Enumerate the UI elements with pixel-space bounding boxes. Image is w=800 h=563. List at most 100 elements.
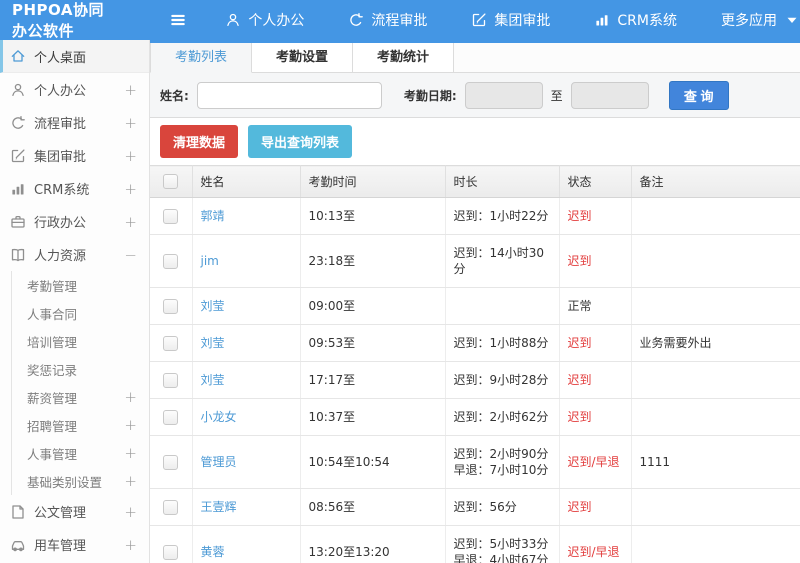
tab-attendance-settings[interactable]: 考勤设置 bbox=[252, 43, 354, 72]
row-checkbox[interactable] bbox=[163, 545, 179, 560]
sidebar-item-label: 人力资源 bbox=[34, 249, 87, 264]
main-content: 考勤列表 考勤设置 考勤统计 姓名: 考勤日期: 至 查 询 清理数据 导出查询列表… bbox=[150, 40, 800, 563]
note-cell bbox=[631, 398, 800, 436]
edit-icon bbox=[10, 148, 26, 164]
column-header: 状态 bbox=[559, 165, 632, 198]
row-checkbox[interactable] bbox=[163, 299, 179, 314]
status-cell: 迟到 bbox=[559, 197, 632, 235]
topnav-item-workflow-approval[interactable]: 流程审批 bbox=[348, 10, 427, 30]
sidebar-item-attendance-management[interactable]: 考勤管理 bbox=[0, 271, 149, 299]
topnav-item-label: CRM系统 bbox=[617, 13, 677, 29]
sidebar-item-human-resources[interactable]: 人力资源 − bbox=[0, 238, 149, 271]
sidebar-item-admin-office[interactable]: 行政办公 + bbox=[0, 205, 149, 238]
row-checkbox[interactable] bbox=[163, 373, 179, 388]
row-checkbox[interactable] bbox=[163, 410, 179, 425]
briefcase-icon bbox=[10, 214, 26, 230]
sidebar-item-basic-category-settings[interactable]: 基础类别设置 + bbox=[0, 467, 149, 495]
sidebar-item-crm-system[interactable]: CRM系统 + bbox=[0, 172, 149, 205]
note-cell bbox=[631, 287, 800, 325]
topnav-item-more-apps[interactable]: 更多应用 bbox=[721, 10, 800, 30]
query-button[interactable]: 查 询 bbox=[668, 80, 729, 110]
sidebar-item-label: 用车管理 bbox=[34, 539, 87, 554]
employee-name-link[interactable]: 郭靖 bbox=[201, 209, 225, 223]
row-checkbox[interactable] bbox=[163, 209, 179, 224]
app-title: PHPOA协同办公软件 bbox=[12, 1, 104, 40]
employee-name-link[interactable]: 黄蓉 bbox=[201, 545, 225, 559]
date-to-input[interactable] bbox=[570, 81, 649, 109]
table-row: 管理员 10:54至10:54 迟到：2小时90分 早退：7小时10分 迟到/早退 11… bbox=[150, 435, 800, 489]
sidebar-item-personnel-management[interactable]: 人事管理 + bbox=[0, 439, 149, 467]
sidebar-item-group-approval[interactable]: 集团审批 + bbox=[0, 139, 149, 172]
sidebar-item-label: 个人办公 bbox=[34, 84, 87, 99]
topnav-item-group-approval[interactable]: 集团审批 bbox=[471, 10, 550, 30]
status-cell: 迟到 bbox=[559, 398, 632, 436]
expand-plus-icon[interactable]: + bbox=[124, 444, 137, 462]
employee-name-link[interactable]: 小龙女 bbox=[201, 410, 237, 424]
date-from-input[interactable] bbox=[464, 81, 543, 109]
expand-plus-icon[interactable]: + bbox=[124, 81, 137, 99]
sidebar-item-label: 行政办公 bbox=[34, 216, 87, 231]
duration-cell: 迟到：1小时22分 bbox=[445, 197, 560, 235]
employee-name-link[interactable]: 刘莹 bbox=[201, 336, 225, 350]
expand-plus-icon[interactable]: + bbox=[124, 147, 137, 165]
sidebar-item-label: 人事管理 bbox=[27, 446, 78, 462]
time-cell: 13:20至13:20 bbox=[300, 525, 446, 563]
row-checkbox[interactable] bbox=[163, 336, 179, 351]
clean-data-button[interactable]: 清理数据 bbox=[160, 125, 239, 158]
row-checkbox[interactable] bbox=[163, 500, 179, 515]
user-icon bbox=[225, 12, 241, 28]
note-cell bbox=[631, 234, 800, 288]
time-cell: 10:37至 bbox=[300, 398, 446, 436]
sidebar-item-workflow-approval[interactable]: 流程审批 + bbox=[0, 106, 149, 139]
tab-attendance-list[interactable]: 考勤列表 bbox=[150, 43, 253, 73]
expand-plus-icon[interactable]: + bbox=[124, 503, 137, 521]
expand-plus-icon[interactable]: + bbox=[124, 388, 137, 406]
topnav-item-personal-office[interactable]: 个人办公 bbox=[225, 10, 304, 30]
bar-chart-icon bbox=[594, 12, 610, 28]
sidebar-item-personal-desktop[interactable]: 个人桌面 bbox=[0, 40, 149, 73]
employee-name-link[interactable]: jim bbox=[201, 254, 219, 268]
employee-name-link[interactable]: 王壹辉 bbox=[201, 500, 237, 514]
employee-name-link[interactable]: 刘莹 bbox=[201, 373, 225, 387]
status-cell: 迟到 bbox=[559, 488, 632, 526]
expand-plus-icon[interactable]: + bbox=[124, 472, 137, 490]
name-input[interactable] bbox=[196, 81, 382, 109]
topnav-item-label: 流程审批 bbox=[371, 13, 428, 29]
row-select-cell bbox=[150, 398, 193, 436]
collapse-minus-icon[interactable]: − bbox=[124, 246, 137, 264]
select-all-checkbox[interactable] bbox=[163, 174, 179, 189]
name-cell: jim bbox=[192, 234, 301, 288]
sidebar-item-recruitment-management[interactable]: 招聘管理 + bbox=[0, 411, 149, 439]
sidebar-item-label: 集团审批 bbox=[34, 150, 87, 165]
row-checkbox[interactable] bbox=[163, 455, 179, 470]
employee-name-link[interactable]: 管理员 bbox=[201, 455, 237, 469]
sidebar-item-vehicle-management[interactable]: 用车管理 + bbox=[0, 528, 149, 561]
duration-cell: 迟到：5小时33分 早退：4小时67分 bbox=[445, 525, 560, 563]
row-select-cell bbox=[150, 525, 193, 563]
expand-plus-icon[interactable]: + bbox=[124, 536, 137, 554]
topnav-item-crm-system[interactable]: CRM系统 bbox=[594, 10, 677, 30]
row-checkbox[interactable] bbox=[163, 254, 179, 269]
sidebar-item-document-management[interactable]: 公文管理 + bbox=[0, 495, 149, 528]
home-icon bbox=[10, 48, 26, 64]
export-list-button[interactable]: 导出查询列表 bbox=[248, 125, 353, 158]
menu-toggle-icon[interactable] bbox=[169, 11, 187, 29]
employee-name-link[interactable]: 刘莹 bbox=[201, 299, 225, 313]
status-cell: 迟到 bbox=[559, 324, 632, 362]
sidebar-item-reward-punishment-records[interactable]: 奖惩记录 bbox=[0, 355, 149, 383]
expand-plus-icon[interactable]: + bbox=[124, 213, 137, 231]
sidebar-item-salary-management[interactable]: 薪资管理 + bbox=[0, 383, 149, 411]
expand-plus-icon[interactable]: + bbox=[124, 416, 137, 434]
expand-plus-icon[interactable]: + bbox=[124, 114, 137, 132]
sidebar-item-personal-office[interactable]: 个人办公 + bbox=[0, 73, 149, 106]
workflow-icon bbox=[348, 12, 364, 28]
sidebar-item-label: 招聘管理 bbox=[27, 418, 78, 434]
expand-plus-icon[interactable]: + bbox=[124, 180, 137, 198]
sidebar-item-personnel-contract[interactable]: 人事合同 bbox=[0, 299, 149, 327]
date-label: 考勤日期: bbox=[403, 88, 457, 103]
duration-cell: 迟到：1小时88分 bbox=[445, 324, 560, 362]
bar-chart-icon bbox=[10, 181, 26, 197]
tab-attendance-statistics[interactable]: 考勤统计 bbox=[353, 43, 455, 72]
time-cell: 23:18至 bbox=[300, 234, 446, 288]
sidebar-item-training-management[interactable]: 培训管理 bbox=[0, 327, 149, 355]
